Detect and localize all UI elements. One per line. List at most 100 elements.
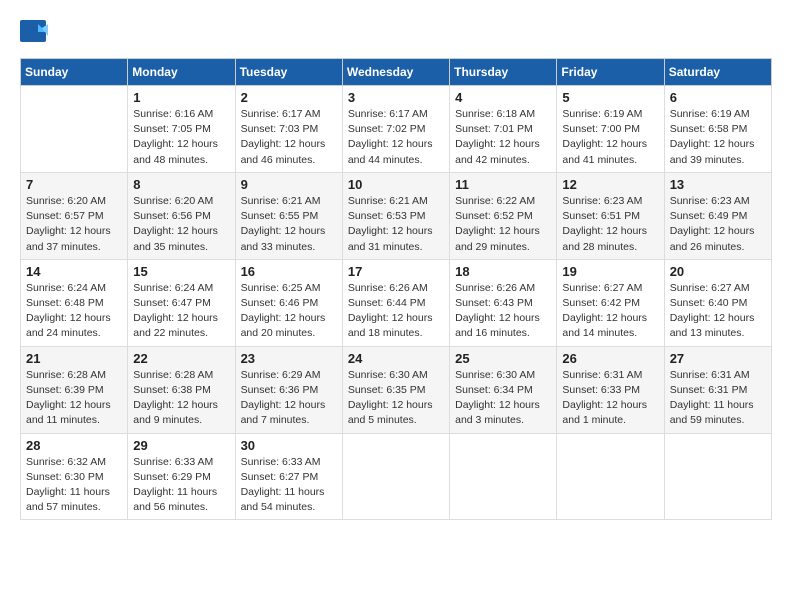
calendar-cell: 14 Sunrise: 6:24 AM Sunset: 6:48 PM Dayli… [21, 259, 128, 346]
logo [20, 20, 52, 42]
calendar-cell: 12 Sunrise: 6:23 AM Sunset: 6:51 PM Dayli… [557, 172, 664, 259]
calendar-cell: 28 Sunrise: 6:32 AM Sunset: 6:30 PM Dayli… [21, 433, 128, 520]
calendar-cell: 16 Sunrise: 6:25 AM Sunset: 6:46 PM Dayli… [235, 259, 342, 346]
weekday-header: Thursday [450, 59, 557, 86]
day-info: Sunrise: 6:17 AM Sunset: 7:02 PM Dayligh… [348, 107, 444, 168]
day-number: 14 [26, 264, 122, 279]
day-info: Sunrise: 6:23 AM Sunset: 6:51 PM Dayligh… [562, 194, 658, 255]
day-number: 11 [455, 177, 551, 192]
calendar-cell: 8 Sunrise: 6:20 AM Sunset: 6:56 PM Daylig… [128, 172, 235, 259]
calendar-cell: 19 Sunrise: 6:27 AM Sunset: 6:42 PM Dayli… [557, 259, 664, 346]
day-info: Sunrise: 6:24 AM Sunset: 6:47 PM Dayligh… [133, 281, 229, 342]
calendar-week-row: 7 Sunrise: 6:20 AM Sunset: 6:57 PM Daylig… [21, 172, 772, 259]
day-number: 29 [133, 438, 229, 453]
weekday-header: Tuesday [235, 59, 342, 86]
calendar-cell: 5 Sunrise: 6:19 AM Sunset: 7:00 PM Daylig… [557, 86, 664, 173]
day-number: 12 [562, 177, 658, 192]
day-info: Sunrise: 6:24 AM Sunset: 6:48 PM Dayligh… [26, 281, 122, 342]
calendar-cell: 23 Sunrise: 6:29 AM Sunset: 6:36 PM Dayli… [235, 346, 342, 433]
day-info: Sunrise: 6:21 AM Sunset: 6:53 PM Dayligh… [348, 194, 444, 255]
calendar-cell [664, 433, 771, 520]
day-info: Sunrise: 6:20 AM Sunset: 6:57 PM Dayligh… [26, 194, 122, 255]
calendar-cell: 1Sunrise: 6:16 AM Sunset: 7:05 PM Daylig… [128, 86, 235, 173]
day-info: Sunrise: 6:33 AM Sunset: 6:27 PM Dayligh… [241, 455, 337, 516]
day-number: 23 [241, 351, 337, 366]
day-info: Sunrise: 6:19 AM Sunset: 7:00 PM Dayligh… [562, 107, 658, 168]
day-info: Sunrise: 6:20 AM Sunset: 6:56 PM Dayligh… [133, 194, 229, 255]
day-info: Sunrise: 6:21 AM Sunset: 6:55 PM Dayligh… [241, 194, 337, 255]
calendar-cell: 22 Sunrise: 6:28 AM Sunset: 6:38 PM Dayli… [128, 346, 235, 433]
day-info: Sunrise: 6:18 AM Sunset: 7:01 PM Dayligh… [455, 107, 551, 168]
day-info: Sunrise: 6:23 AM Sunset: 6:49 PM Dayligh… [670, 194, 766, 255]
day-number: 19 [562, 264, 658, 279]
day-number: 30 [241, 438, 337, 453]
day-number: 9 [241, 177, 337, 192]
day-info: Sunrise: 6:30 AM Sunset: 6:35 PM Dayligh… [348, 368, 444, 429]
day-number: 16 [241, 264, 337, 279]
calendar-cell [557, 433, 664, 520]
weekday-header: Friday [557, 59, 664, 86]
day-number: 3 [348, 90, 444, 105]
day-info: Sunrise: 6:26 AM Sunset: 6:44 PM Dayligh… [348, 281, 444, 342]
weekday-header: Monday [128, 59, 235, 86]
calendar-cell [450, 433, 557, 520]
calendar-cell: 2 Sunrise: 6:17 AM Sunset: 7:03 PM Daylig… [235, 86, 342, 173]
day-number: 1 [133, 90, 229, 105]
day-info: Sunrise: 6:17 AM Sunset: 7:03 PM Dayligh… [241, 107, 337, 168]
calendar-table: SundayMondayTuesdayWednesdayThursdayFrid… [20, 58, 772, 520]
day-info: Sunrise: 6:22 AM Sunset: 6:52 PM Dayligh… [455, 194, 551, 255]
calendar-cell: 27Sunrise: 6:31 AM Sunset: 6:31 PM Dayli… [664, 346, 771, 433]
day-info: Sunrise: 6:25 AM Sunset: 6:46 PM Dayligh… [241, 281, 337, 342]
calendar-cell: 21 Sunrise: 6:28 AM Sunset: 6:39 PM Dayli… [21, 346, 128, 433]
day-number: 6 [670, 90, 766, 105]
day-number: 28 [26, 438, 122, 453]
day-info: Sunrise: 6:33 AM Sunset: 6:29 PM Dayligh… [133, 455, 229, 516]
calendar-week-row: 28 Sunrise: 6:32 AM Sunset: 6:30 PM Dayli… [21, 433, 772, 520]
calendar-cell: 20Sunrise: 6:27 AM Sunset: 6:40 PM Dayli… [664, 259, 771, 346]
calendar-cell: 18 Sunrise: 6:26 AM Sunset: 6:43 PM Dayli… [450, 259, 557, 346]
day-info: Sunrise: 6:28 AM Sunset: 6:38 PM Dayligh… [133, 368, 229, 429]
page-header [20, 20, 772, 42]
calendar-cell [21, 86, 128, 173]
calendar-cell: 4Sunrise: 6:18 AM Sunset: 7:01 PM Daylig… [450, 86, 557, 173]
calendar-cell: 17 Sunrise: 6:26 AM Sunset: 6:44 PM Dayli… [342, 259, 449, 346]
weekday-header: Saturday [664, 59, 771, 86]
weekday-header: Sunday [21, 59, 128, 86]
calendar-cell: 29 Sunrise: 6:33 AM Sunset: 6:29 PM Dayli… [128, 433, 235, 520]
day-number: 13 [670, 177, 766, 192]
day-number: 18 [455, 264, 551, 279]
logo-icon [20, 20, 48, 42]
day-number: 10 [348, 177, 444, 192]
calendar-cell: 26Sunrise: 6:31 AM Sunset: 6:33 PM Dayli… [557, 346, 664, 433]
calendar-week-row: 1Sunrise: 6:16 AM Sunset: 7:05 PM Daylig… [21, 86, 772, 173]
day-number: 15 [133, 264, 229, 279]
calendar-cell [342, 433, 449, 520]
day-info: Sunrise: 6:30 AM Sunset: 6:34 PM Dayligh… [455, 368, 551, 429]
day-number: 22 [133, 351, 229, 366]
calendar-cell: 15 Sunrise: 6:24 AM Sunset: 6:47 PM Dayli… [128, 259, 235, 346]
day-info: Sunrise: 6:28 AM Sunset: 6:39 PM Dayligh… [26, 368, 122, 429]
day-number: 21 [26, 351, 122, 366]
day-number: 5 [562, 90, 658, 105]
day-number: 2 [241, 90, 337, 105]
calendar-cell: 6Sunrise: 6:19 AM Sunset: 6:58 PM Daylig… [664, 86, 771, 173]
calendar-week-row: 14 Sunrise: 6:24 AM Sunset: 6:48 PM Dayli… [21, 259, 772, 346]
day-number: 17 [348, 264, 444, 279]
calendar-cell: 24Sunrise: 6:30 AM Sunset: 6:35 PM Dayli… [342, 346, 449, 433]
day-number: 7 [26, 177, 122, 192]
day-info: Sunrise: 6:31 AM Sunset: 6:33 PM Dayligh… [562, 368, 658, 429]
calendar-cell: 7 Sunrise: 6:20 AM Sunset: 6:57 PM Daylig… [21, 172, 128, 259]
calendar-cell: 3 Sunrise: 6:17 AM Sunset: 7:02 PM Daylig… [342, 86, 449, 173]
day-info: Sunrise: 6:27 AM Sunset: 6:42 PM Dayligh… [562, 281, 658, 342]
calendar-week-row: 21 Sunrise: 6:28 AM Sunset: 6:39 PM Dayli… [21, 346, 772, 433]
day-number: 8 [133, 177, 229, 192]
day-number: 25 [455, 351, 551, 366]
calendar-cell: 9 Sunrise: 6:21 AM Sunset: 6:55 PM Daylig… [235, 172, 342, 259]
day-info: Sunrise: 6:32 AM Sunset: 6:30 PM Dayligh… [26, 455, 122, 516]
day-info: Sunrise: 6:29 AM Sunset: 6:36 PM Dayligh… [241, 368, 337, 429]
day-info: Sunrise: 6:26 AM Sunset: 6:43 PM Dayligh… [455, 281, 551, 342]
calendar-cell: 25 Sunrise: 6:30 AM Sunset: 6:34 PM Dayli… [450, 346, 557, 433]
day-number: 20 [670, 264, 766, 279]
day-number: 27 [670, 351, 766, 366]
weekday-header-row: SundayMondayTuesdayWednesdayThursdayFrid… [21, 59, 772, 86]
